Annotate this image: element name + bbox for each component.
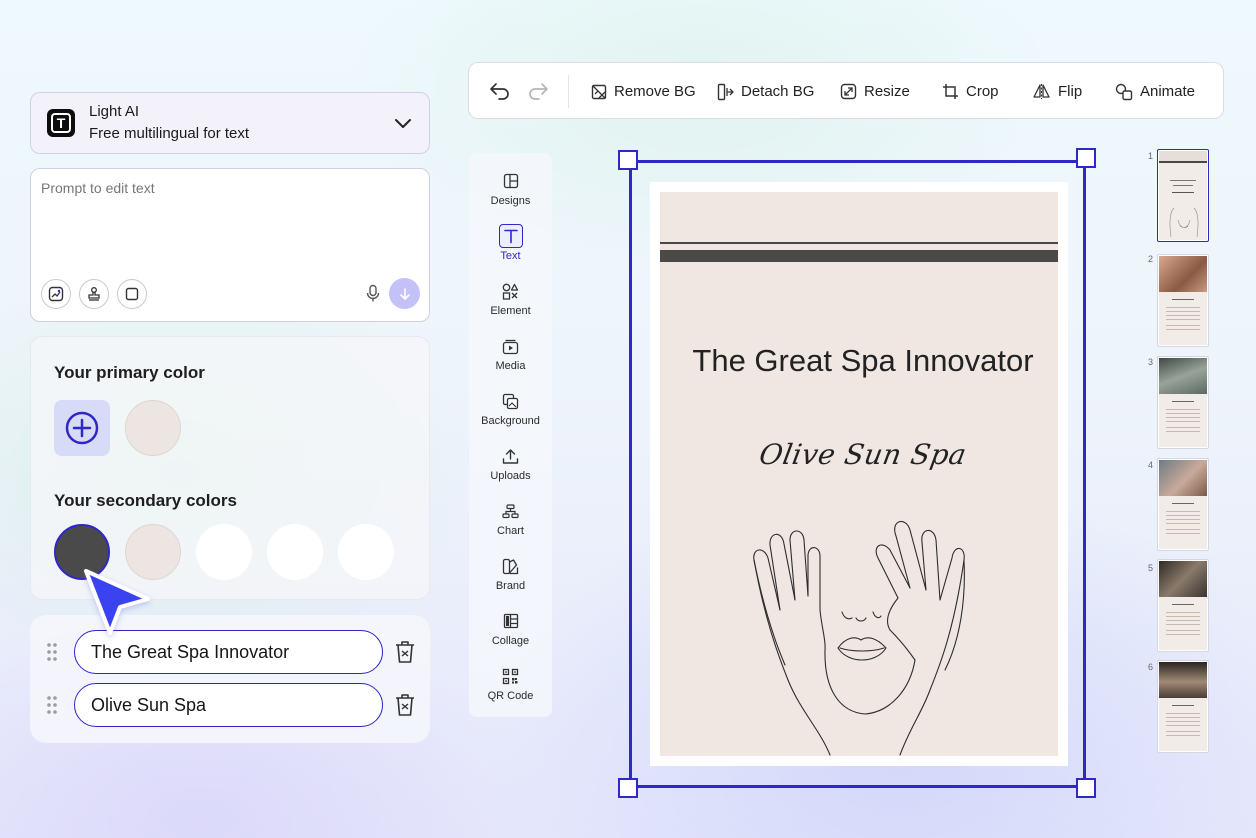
sidebar-item-media[interactable]: Media [469, 324, 552, 379]
sidebar-item-background[interactable]: Background [469, 379, 552, 434]
add-color-button[interactable] [54, 400, 110, 456]
primary-color-heading: Your primary color [54, 363, 205, 382]
stamp-icon [88, 287, 100, 301]
page-thumbnail[interactable] [1157, 660, 1209, 753]
secondary-color-swatch[interactable] [267, 524, 323, 580]
layout-icon [503, 173, 518, 189]
animate-icon [1115, 83, 1133, 100]
undo-icon[interactable] [489, 81, 511, 101]
model-selector[interactable]: T Light AI Free multilingual for text [30, 92, 430, 154]
detach-bg-icon [717, 83, 734, 100]
sidebar-item-text[interactable]: Text [469, 214, 552, 269]
plus-circle-icon [65, 411, 99, 445]
animate-button[interactable]: Animate [1115, 63, 1195, 120]
frame-button[interactable] [117, 279, 147, 309]
chevron-down-icon[interactable] [393, 113, 413, 133]
model-description: Free multilingual for text [89, 125, 250, 142]
shapes-icon [502, 283, 519, 300]
pointer-cursor-icon [84, 569, 150, 635]
resize-handle[interactable] [1076, 148, 1096, 168]
secondary-color-swatch[interactable] [196, 524, 252, 580]
resize-handle[interactable] [618, 150, 638, 170]
prompt-placeholder: Prompt to edit text [41, 180, 155, 196]
sidebar-item-uploads[interactable]: Uploads [469, 434, 552, 489]
page-thumbnail[interactable] [1157, 356, 1209, 449]
arrow-down-icon [399, 287, 410, 300]
page-thumbnail[interactable] [1157, 559, 1209, 652]
toolbar-divider [568, 75, 569, 108]
page-number: 1 [1148, 151, 1154, 161]
crop-icon [943, 84, 958, 99]
text-item-field[interactable]: Olive Sun Spa [74, 683, 383, 727]
trash-icon[interactable] [394, 640, 416, 664]
brand-colors-panel: Your primary color Your secondary colors [30, 336, 430, 600]
resize-button[interactable]: Resize [840, 63, 910, 120]
page-number: 2 [1148, 254, 1154, 264]
page-number: 4 [1148, 460, 1154, 470]
sidebar-item-element[interactable]: Element [469, 269, 552, 324]
page-thumbnail[interactable] [1157, 254, 1209, 347]
flip-icon [1033, 84, 1050, 99]
toolbar: Remove BG Detach BG Resize Crop Flip Ani… [468, 62, 1224, 119]
primary-color-swatch[interactable] [125, 400, 181, 456]
image-edit-icon [48, 286, 64, 302]
submit-button[interactable] [389, 278, 420, 309]
resize-handle[interactable] [618, 778, 638, 798]
secondary-colors-heading: Your secondary colors [54, 491, 237, 510]
resize-icon [840, 83, 857, 100]
sidebar-item-designs[interactable]: Designs [469, 159, 552, 214]
sidebar-item-brand[interactable]: Brand [469, 544, 552, 599]
model-name: Light AI [89, 103, 140, 120]
brand-icon [502, 558, 519, 574]
upload-icon [502, 448, 519, 464]
prompt-input[interactable]: Prompt to edit text [30, 168, 430, 322]
trash-icon[interactable] [394, 693, 416, 717]
ai-logo-icon: T [47, 109, 75, 137]
sidebar-item-chart[interactable]: Chart [469, 489, 552, 544]
detach-bg-button[interactable]: Detach BG [717, 63, 814, 120]
page-number: 5 [1148, 563, 1154, 573]
drag-handle-icon[interactable] [45, 642, 59, 662]
page-thumbnail[interactable] [1157, 458, 1209, 551]
selection-frame[interactable] [629, 160, 1086, 788]
redo-icon[interactable] [527, 81, 549, 101]
secondary-color-swatch[interactable] [338, 524, 394, 580]
background-icon [502, 393, 519, 409]
remove-bg-button[interactable]: Remove BG [591, 63, 696, 120]
chart-icon [502, 503, 519, 518]
crop-button[interactable]: Crop [942, 63, 999, 120]
page-number: 3 [1148, 357, 1154, 367]
sidebar-item-qr-code[interactable]: QR Code [469, 654, 552, 709]
stamp-button[interactable] [79, 279, 109, 309]
drag-handle-icon[interactable] [45, 695, 59, 715]
sidebar-item-collage[interactable]: Collage [469, 599, 552, 654]
qr-code-icon [502, 668, 519, 684]
text-icon [503, 229, 518, 244]
resize-handle[interactable] [1076, 778, 1096, 798]
collage-icon [503, 613, 518, 629]
microphone-icon[interactable] [364, 284, 382, 304]
page-number: 6 [1148, 662, 1154, 672]
page-thumbnail[interactable] [1157, 149, 1209, 242]
editor-sidebar: Designs Text Element Media Background Up… [469, 153, 552, 717]
flip-button[interactable]: Flip [1032, 63, 1082, 120]
remove-bg-icon [591, 84, 607, 99]
image-edit-button[interactable] [41, 279, 71, 309]
square-icon [125, 287, 139, 301]
media-icon [502, 339, 519, 354]
